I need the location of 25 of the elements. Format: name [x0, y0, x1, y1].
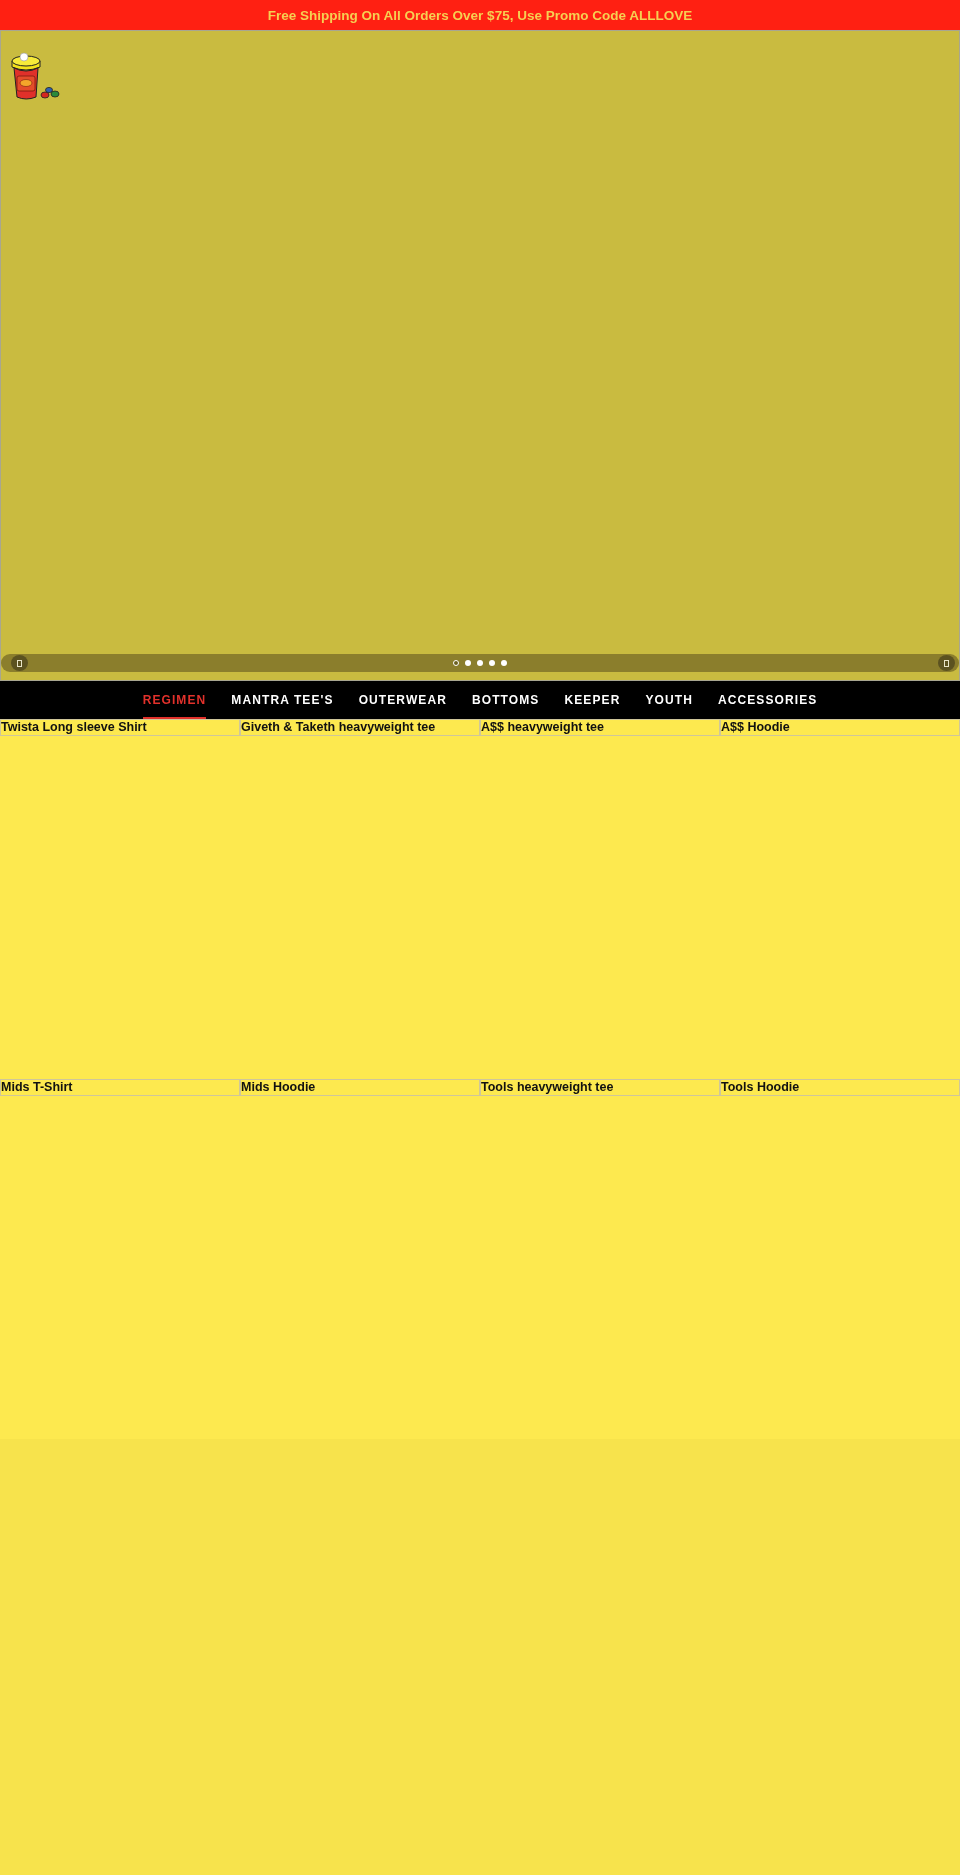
nav-link[interactable]: ACCESSORIES: [717, 681, 818, 719]
product-title[interactable]: Tools heavyweight tee: [480, 1079, 720, 1096]
product-title[interactable]: A$$ Hoodie: [720, 719, 960, 736]
square-glyph-icon: [944, 659, 949, 667]
product-title[interactable]: Mids T-Shirt: [0, 1079, 240, 1096]
slide-dot[interactable]: [453, 660, 459, 666]
previous-slide-button[interactable]: [11, 655, 28, 671]
nav-link[interactable]: BOTTOMS: [472, 681, 540, 719]
slide-dot[interactable]: [489, 660, 495, 666]
nav-link[interactable]: OUTERWEAR: [358, 681, 447, 719]
product-title[interactable]: Tools Hoodie: [720, 1079, 960, 1096]
slide-dot[interactable]: [465, 660, 471, 666]
nav-link[interactable]: YOUTH: [645, 681, 693, 719]
pill-bottle-logo-icon[interactable]: [8, 49, 60, 101]
slide-dot[interactable]: [477, 660, 483, 666]
product-title[interactable]: Twista Long sleeve Shirt: [0, 719, 240, 736]
slide-dot[interactable]: [501, 660, 507, 666]
announcement-text: Free Shipping On All Orders Over $75, Use Promo Code ALLLOVE: [267, 7, 693, 23]
product-title[interactable]: Giveth & Taketh heavyweight tee: [240, 719, 480, 736]
nav-link[interactable]: KEEPER: [564, 681, 621, 719]
product-title[interactable]: A$$ heavyweight tee: [480, 719, 720, 736]
square-glyph-icon: [17, 659, 22, 667]
nav-link[interactable]: MANTRA TEE'S: [231, 681, 334, 719]
next-slide-button[interactable]: [938, 655, 955, 671]
product-title[interactable]: Mids Hoodie: [240, 1079, 480, 1096]
